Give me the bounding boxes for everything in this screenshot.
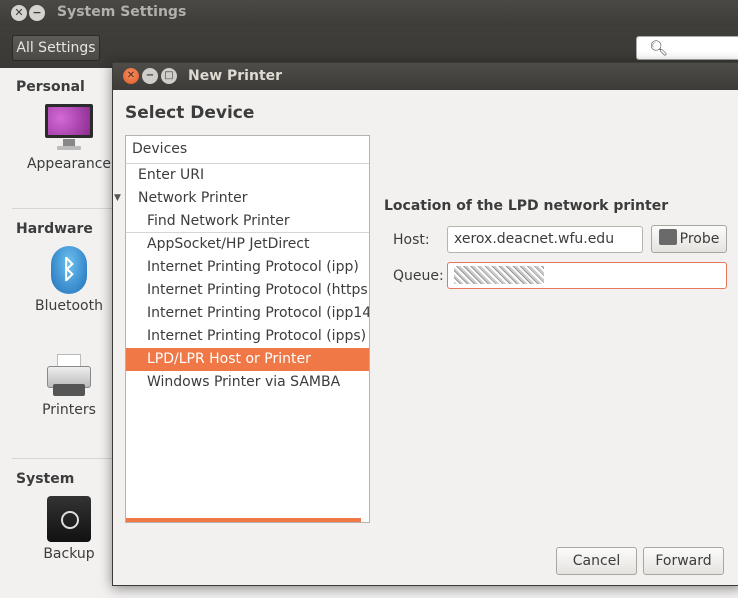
device-network-printer[interactable]: ▼ Network Printer: [114, 187, 369, 210]
printer-icon: [658, 229, 677, 245]
window-title: System Settings: [57, 4, 187, 20]
all-settings-button[interactable]: All Settings: [12, 35, 100, 61]
printers-label: Printers: [42, 402, 96, 418]
window-titlebar: ✕ − System Settings: [0, 0, 738, 26]
redacted-value: [454, 266, 544, 284]
window-close-button[interactable]: ✕: [11, 5, 27, 21]
appearance-label: Appearance: [26, 156, 112, 172]
monitor-icon: [45, 104, 93, 152]
bluetooth-launcher[interactable]: ᛒ Bluetooth: [14, 246, 124, 314]
backup-launcher[interactable]: Backup: [14, 496, 124, 562]
new-printer-dialog: ✕ − □ New Printer Select Device Devices …: [112, 62, 738, 586]
device-enter-uri[interactable]: Enter URI: [126, 164, 369, 187]
section-system: System: [16, 471, 75, 487]
dialog-maximize-button[interactable]: □: [161, 68, 177, 84]
probe-label: Probe: [679, 231, 720, 247]
device-appsocket[interactable]: AppSocket/HP JetDirect: [126, 233, 369, 256]
appearance-launcher[interactable]: Appearance: [14, 104, 124, 172]
section-hardware: Hardware: [16, 221, 93, 237]
forward-button[interactable]: Forward: [643, 547, 724, 575]
device-network-printer-label: Network Printer: [138, 190, 248, 206]
section-personal: Personal: [16, 79, 85, 95]
device-ipp[interactable]: Internet Printing Protocol (ipp): [126, 256, 369, 279]
queue-label: Queue:: [393, 268, 444, 284]
devices-column-header[interactable]: Devices: [126, 136, 369, 164]
location-heading: Location of the LPD network printer: [384, 198, 669, 214]
printer-icon: [45, 354, 93, 398]
device-ipp14[interactable]: Internet Printing Protocol (ipp14): [126, 302, 369, 325]
bluetooth-icon: ᛒ: [51, 246, 87, 294]
safe-icon: [47, 496, 91, 542]
search-input[interactable]: 🔍︎: [636, 36, 738, 60]
search-icon: 🔍︎: [649, 39, 669, 57]
dialog-titlebar: ✕ − □ New Printer: [113, 63, 738, 90]
section-divider: [12, 208, 112, 209]
probe-button[interactable]: Probe: [651, 225, 727, 253]
horizontal-scrollbar[interactable]: [126, 518, 361, 522]
dialog-minimize-button[interactable]: −: [142, 68, 158, 84]
host-field[interactable]: xerox.deacnet.wfu.edu: [447, 226, 643, 253]
device-lpd-lpr[interactable]: LPD/LPR Host or Printer: [126, 348, 369, 371]
device-ipp-https[interactable]: Internet Printing Protocol (https): [126, 279, 369, 302]
backup-label: Backup: [43, 546, 95, 562]
window-minimize-button[interactable]: −: [29, 5, 45, 21]
device-find-network-printer[interactable]: Find Network Printer: [126, 210, 369, 233]
page-title: Select Device: [125, 103, 255, 123]
device-samba[interactable]: Windows Printer via SAMBA: [126, 371, 369, 394]
dialog-close-button[interactable]: ✕: [123, 68, 139, 84]
queue-field[interactable]: [447, 262, 727, 289]
section-divider: [12, 458, 112, 459]
cancel-button[interactable]: Cancel: [556, 547, 637, 575]
host-label: Host:: [393, 232, 430, 248]
bluetooth-label: Bluetooth: [35, 298, 103, 314]
dialog-title: New Printer: [188, 68, 283, 84]
device-ipps[interactable]: Internet Printing Protocol (ipps): [126, 325, 369, 348]
devices-list[interactable]: Devices Enter URI ▼ Network Printer Find …: [114, 135, 370, 523]
printers-launcher[interactable]: Printers: [14, 354, 124, 418]
